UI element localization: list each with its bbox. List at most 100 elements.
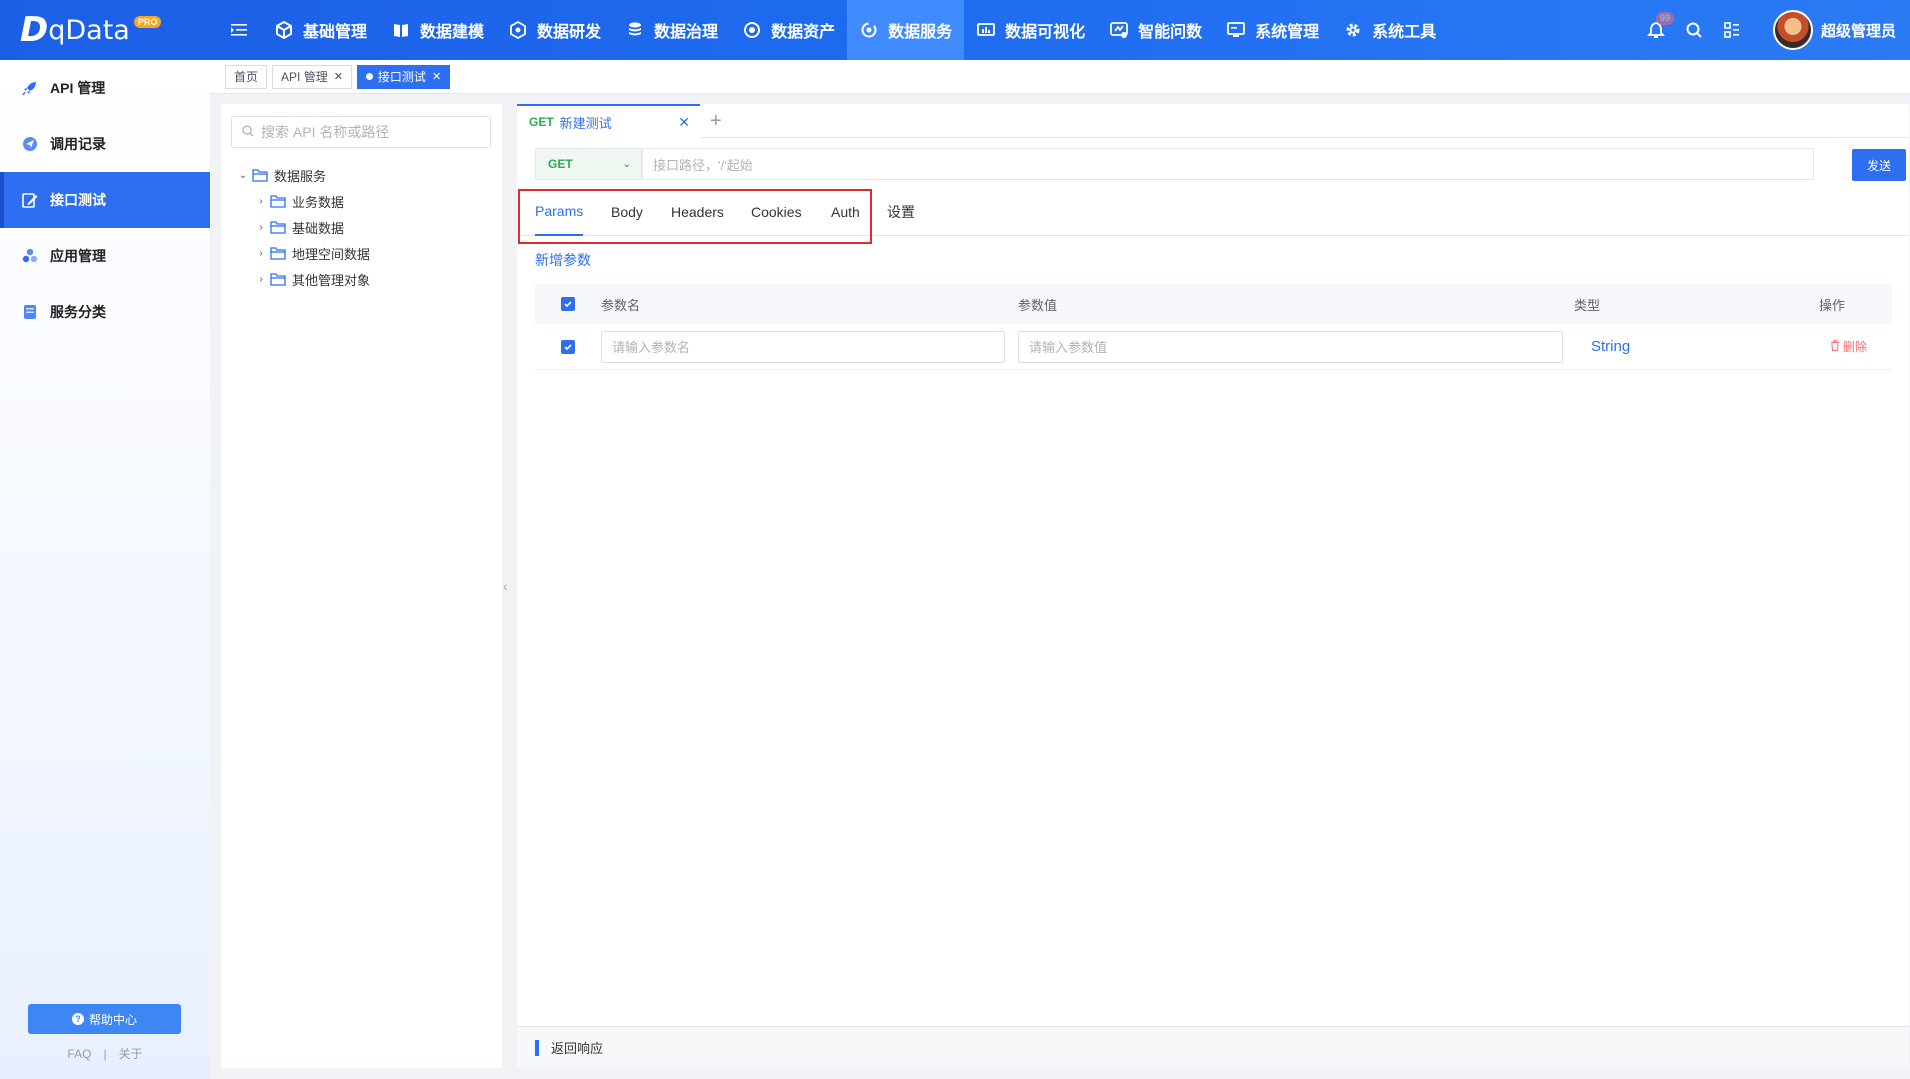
question-icon: ? bbox=[71, 1013, 84, 1025]
close-icon[interactable]: ✕ bbox=[678, 114, 690, 131]
apps-icon bbox=[22, 248, 38, 264]
param-value-input[interactable]: 请输入参数值 bbox=[1018, 330, 1563, 363]
folder-open-icon bbox=[252, 168, 268, 182]
sidebar-item-label: 应用管理 bbox=[50, 248, 106, 264]
chevron-left-icon[interactable]: ‹ bbox=[503, 578, 508, 594]
sidebar-item-service-category[interactable]: 服务分类 bbox=[0, 284, 210, 340]
send-button[interactable]: 发送 bbox=[1852, 149, 1906, 181]
app-logo[interactable]: D qData PRO bbox=[0, 0, 198, 60]
tree-node[interactable]: › 地理空间数据 bbox=[236, 240, 370, 266]
nav-label: 系统工具 bbox=[1372, 24, 1437, 41]
nav-item-governance[interactable]: 数据治理 bbox=[613, 0, 730, 60]
tag-home[interactable]: 首页 bbox=[225, 64, 268, 89]
sidebar-item-label: 服务分类 bbox=[50, 304, 106, 320]
nav-label: 基础管理 bbox=[303, 24, 368, 41]
nav-item-basic[interactable]: 基础管理 bbox=[262, 0, 379, 60]
notification-bell[interactable]: 99 bbox=[1637, 0, 1675, 60]
about-link[interactable]: 关于 bbox=[119, 1047, 143, 1061]
tag-api-management[interactable]: API 管理 ✕ bbox=[272, 64, 352, 89]
tab-settings[interactable]: 设置 bbox=[887, 188, 915, 236]
tree-node-label: 地理空间数据 bbox=[292, 246, 371, 262]
nav-item-ai-query[interactable]: 智能问数 bbox=[1097, 0, 1214, 60]
help-center-button[interactable]: ? 帮助中心 bbox=[28, 1004, 181, 1034]
chevron-right-icon[interactable]: › bbox=[254, 222, 268, 233]
grid-menu-icon[interactable] bbox=[1713, 0, 1751, 60]
nav-item-modeling[interactable]: 数据建模 bbox=[379, 0, 496, 60]
chevron-right-icon[interactable]: › bbox=[254, 196, 268, 207]
send-icon bbox=[22, 136, 38, 152]
faq-link[interactable]: FAQ bbox=[67, 1047, 91, 1061]
tree-node-label: 数据服务 bbox=[274, 168, 327, 184]
sidebar-item-call-records[interactable]: 调用记录 bbox=[0, 116, 210, 172]
sidebar-item-app-management[interactable]: 应用管理 bbox=[0, 228, 210, 284]
table-row: 请输入参数名 请输入参数值 String 删除 bbox=[535, 324, 1892, 370]
sidebar-item-label: 调用记录 bbox=[50, 136, 106, 152]
sidebar-item-api-test[interactable]: 接口测试 bbox=[0, 172, 210, 228]
delete-button[interactable]: 删除 bbox=[1830, 324, 1867, 369]
column-header-type: 类型 bbox=[1574, 297, 1601, 313]
add-param-link[interactable]: 新增参数 bbox=[535, 250, 591, 270]
api-search-input[interactable]: 搜索 API 名称或路径 bbox=[231, 116, 491, 148]
folder-icon bbox=[270, 220, 286, 234]
tree-node-label: 业务数据 bbox=[292, 194, 345, 210]
logo-text: qData bbox=[48, 14, 130, 46]
param-type-select[interactable]: String bbox=[1591, 324, 1630, 369]
url-placeholder: 接口路径，'/'起始 bbox=[653, 157, 753, 173]
method-select[interactable]: GET ⌄ bbox=[535, 148, 642, 180]
target-icon bbox=[742, 20, 762, 40]
search-icon[interactable] bbox=[1675, 0, 1713, 60]
row-checkbox[interactable] bbox=[561, 324, 575, 369]
nav-item-system[interactable]: 系统管理 bbox=[1214, 0, 1331, 60]
user-name[interactable]: 超级管理员 bbox=[1821, 20, 1896, 41]
ai-icon bbox=[1109, 20, 1129, 40]
tag-api-test[interactable]: 接口测试 ✕ bbox=[356, 64, 451, 89]
api-tree: ⌄ 数据服务 › 业务数据 › 基础数据 › 地理空间数据 › 其他管理对象 bbox=[236, 162, 370, 292]
close-icon[interactable]: ✕ bbox=[432, 70, 441, 83]
chevron-right-icon[interactable]: › bbox=[254, 274, 268, 285]
request-tab-method: GET bbox=[529, 115, 554, 129]
nav-item-dev[interactable]: 数据研发 bbox=[496, 0, 613, 60]
request-tab[interactable]: GET 新建测试 ✕ bbox=[517, 104, 700, 138]
url-input[interactable]: 接口路径，'/'起始 bbox=[642, 148, 1814, 180]
sidebar-item-label: 接口测试 bbox=[50, 192, 106, 208]
select-all-checkbox[interactable] bbox=[561, 284, 575, 324]
column-header-action: 操作 bbox=[1819, 297, 1846, 313]
sidebar-footer-links: FAQ | 关于 bbox=[0, 1045, 210, 1062]
nav-item-assets[interactable]: 数据资产 bbox=[730, 0, 847, 60]
param-name-input[interactable]: 请输入参数名 bbox=[601, 330, 1005, 363]
url-row: GET ⌄ 接口路径，'/'起始 发送 bbox=[535, 148, 1906, 182]
nav-label: 数据研发 bbox=[537, 24, 602, 41]
tag-label: 接口测试 bbox=[377, 70, 426, 84]
section-indicator bbox=[535, 1039, 539, 1056]
pro-badge: PRO bbox=[133, 16, 162, 28]
search-placeholder: 搜索 API 名称或路径 bbox=[261, 124, 390, 140]
nav-item-tools[interactable]: 系统工具 bbox=[1331, 0, 1448, 60]
category-icon bbox=[22, 304, 38, 320]
tree-node[interactable]: › 其他管理对象 bbox=[236, 266, 370, 292]
folder-icon bbox=[270, 246, 286, 260]
avatar[interactable] bbox=[1772, 10, 1813, 50]
nav-label: 数据治理 bbox=[654, 24, 719, 41]
top-right-actions: 99 超级管理员 bbox=[1637, 0, 1910, 60]
gear-icon bbox=[1343, 20, 1363, 40]
sidebar-item-label: API 管理 bbox=[50, 80, 106, 96]
tags-view-bar: 首页 API 管理 ✕ 接口测试 ✕ bbox=[210, 60, 1910, 94]
nav-item-visualization[interactable]: 数据可视化 bbox=[964, 0, 1097, 60]
close-icon[interactable]: ✕ bbox=[334, 70, 343, 83]
search-icon bbox=[242, 124, 254, 140]
nav-label: 数据可视化 bbox=[1005, 24, 1086, 41]
tree-node[interactable]: › 基础数据 bbox=[236, 214, 370, 240]
chevron-down-icon[interactable]: ⌄ bbox=[236, 170, 250, 181]
menu-toggle-icon[interactable] bbox=[220, 0, 258, 60]
box-icon bbox=[508, 20, 528, 40]
add-tab-icon[interactable]: + bbox=[710, 111, 722, 131]
api-tree-panel: 搜索 API 名称或路径 ⌄ 数据服务 › 业务数据 › 基础数据 › 地理空间… bbox=[221, 104, 502, 1068]
tree-node-root[interactable]: ⌄ 数据服务 bbox=[236, 162, 370, 188]
tree-node[interactable]: › 业务数据 bbox=[236, 188, 370, 214]
chevron-right-icon[interactable]: › bbox=[254, 248, 268, 259]
response-section[interactable]: 返回响应 bbox=[517, 1026, 1909, 1068]
sidebar-item-api-management[interactable]: API 管理 bbox=[0, 60, 210, 116]
nav-item-data-service[interactable]: 数据服务 bbox=[847, 0, 965, 60]
separator: | bbox=[103, 1047, 107, 1061]
param-value-placeholder: 请输入参数值 bbox=[1029, 340, 1108, 355]
